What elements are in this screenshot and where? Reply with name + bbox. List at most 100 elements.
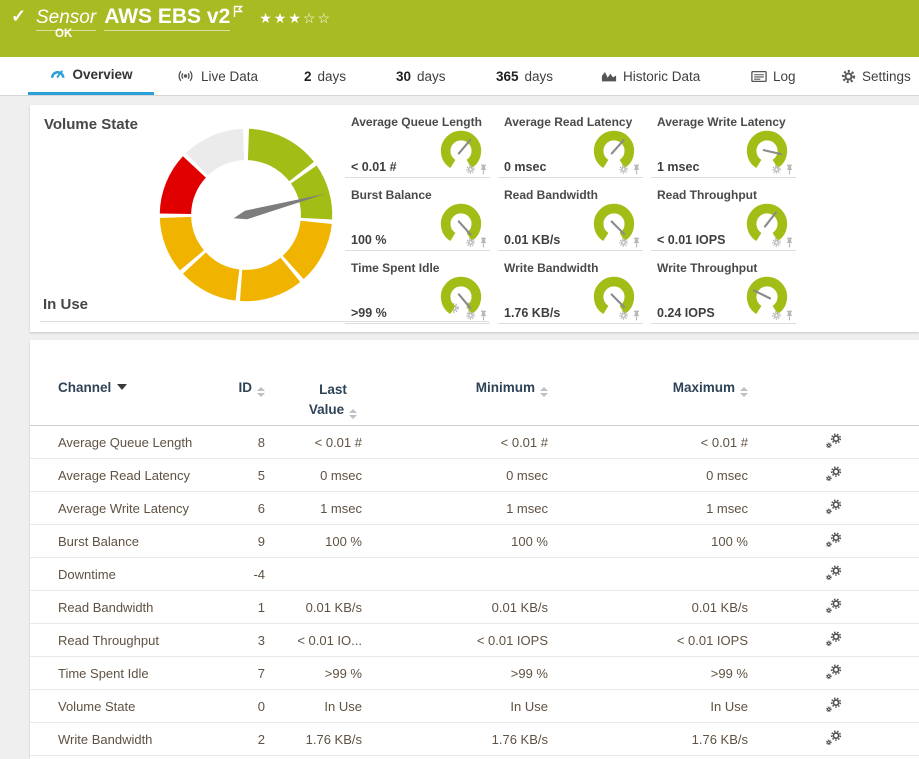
channel-id-cell: -4 xyxy=(210,557,265,591)
gauge-segment xyxy=(239,257,301,302)
gauges-panel: Volume State In Use Average Queue Length… xyxy=(30,105,919,332)
channel-name-cell: Average Write Latency xyxy=(30,491,210,525)
channel-gauge-value: >99 % xyxy=(351,306,387,320)
pin-icon[interactable] xyxy=(632,237,641,248)
channel-minimum-cell: >99 % xyxy=(362,656,548,690)
gear-icon[interactable] xyxy=(465,310,476,321)
channel-gauge-title: Write Throughput xyxy=(657,261,758,275)
tab-live-data[interactable]: Live Data xyxy=(176,57,258,95)
channel-gauge-cell[interactable]: Average Read Latency 0 msec xyxy=(498,112,643,178)
channel-settings-gears-icon[interactable] xyxy=(825,432,842,449)
channel-gauge-cell[interactable]: Average Queue Length < 0.01 # xyxy=(345,112,490,178)
channel-settings-gears-icon[interactable] xyxy=(825,696,842,713)
gauge-segment xyxy=(182,251,240,301)
tab-historic-data[interactable]: Historic Data xyxy=(601,57,700,95)
gear-icon[interactable] xyxy=(465,164,476,175)
pin-icon[interactable] xyxy=(785,164,794,175)
channel-last-value-cell: 1.76 KB/s xyxy=(265,722,362,756)
channel-maximum-cell: 0.01 KB/s xyxy=(548,590,748,624)
channels-panel: Channel ID Last Value Minimum Maximum Av… xyxy=(30,340,919,759)
channel-gauge-cell[interactable]: Time Spent Idle >99 % xyxy=(345,258,490,324)
priority-flag-icon[interactable] xyxy=(233,5,244,23)
channel-settings-gears-icon[interactable] xyxy=(825,630,842,647)
channel-last-value-cell: 0 msec xyxy=(265,458,362,492)
settings-gear-icon xyxy=(841,69,856,83)
gear-icon[interactable] xyxy=(771,164,782,175)
channel-gauge-value: 0 msec xyxy=(504,160,547,174)
sort-icon xyxy=(540,387,548,397)
channel-maximum-cell: 100 % xyxy=(548,524,748,558)
pin-icon[interactable] xyxy=(785,310,794,321)
channel-minimum-cell: 0 msec xyxy=(362,458,548,492)
gear-icon[interactable] xyxy=(465,237,476,248)
gear-icon[interactable] xyxy=(618,164,629,175)
channel-settings-gears-icon[interactable] xyxy=(825,465,842,482)
pin-icon[interactable] xyxy=(479,310,488,321)
channel-gauge-title: Write Bandwidth xyxy=(504,261,599,275)
channel-settings-gears-icon[interactable] xyxy=(825,729,842,746)
sensor-name-link[interactable]: AWS EBS v2 xyxy=(104,5,231,31)
gear-icon[interactable] xyxy=(771,237,782,248)
volume-state-gauge[interactable] xyxy=(148,117,344,313)
channel-gauge-value: 1.76 KB/s xyxy=(504,306,561,320)
channel-gauge-cell[interactable]: Burst Balance 100 % xyxy=(345,185,490,251)
channel-minimum-cell: 1.76 KB/s xyxy=(362,722,548,756)
channel-name-cell: Read Bandwidth xyxy=(30,590,210,624)
tab-365-days[interactable]: 365 days xyxy=(496,57,553,95)
channel-gauge-cell[interactable]: Read Throughput < 0.01 IOPS xyxy=(651,185,796,251)
column-header-channel[interactable]: Channel xyxy=(30,376,210,426)
channel-settings-gears-icon[interactable] xyxy=(825,498,842,515)
gear-icon[interactable] xyxy=(771,310,782,321)
channel-gauge-cell[interactable]: Read Bandwidth 0.01 KB/s xyxy=(498,185,643,251)
tab-settings[interactable]: Settings xyxy=(841,57,911,95)
gauge-segment xyxy=(186,128,245,176)
channel-name-cell: Downtime xyxy=(30,557,210,591)
column-header-minimum[interactable]: Minimum xyxy=(362,376,548,426)
sensor-status-text: OK xyxy=(55,28,73,40)
live-data-icon xyxy=(178,70,193,82)
channel-id-cell: 5 xyxy=(210,458,265,492)
column-header-maximum[interactable]: Maximum xyxy=(548,376,748,426)
table-row: Read Throughput 3 < 0.01 IO... < 0.01 IO… xyxy=(30,623,919,657)
table-row: Burst Balance 9 100 % 100 % 100 % xyxy=(30,524,919,558)
channel-settings-gears-icon[interactable] xyxy=(825,531,842,548)
channel-settings-gears-icon[interactable] xyxy=(825,663,842,680)
channel-id-cell: 7 xyxy=(210,656,265,690)
tab-log[interactable]: Log xyxy=(751,57,796,95)
channel-id-cell: 6 xyxy=(210,491,265,525)
channel-minimum-cell xyxy=(362,557,548,591)
priority-stars[interactable]: ★★★☆☆ xyxy=(259,10,332,27)
table-row: Average Read Latency 5 0 msec 0 msec 0 m… xyxy=(30,458,919,492)
channel-settings-gears-icon[interactable] xyxy=(825,564,842,581)
status-ok-check-icon: ✓ xyxy=(11,6,27,26)
sensor-header: ✓ Sensor AWS EBS v2 ★★★☆☆ OK xyxy=(0,0,919,57)
channel-last-value-cell: < 0.01 # xyxy=(265,425,362,459)
channel-name-cell: Burst Balance xyxy=(30,524,210,558)
pin-icon[interactable] xyxy=(479,164,488,175)
tab-overview[interactable]: Overview xyxy=(28,57,154,95)
pin-icon[interactable] xyxy=(785,237,794,248)
channels-table: Channel ID Last Value Minimum Maximum Av… xyxy=(30,376,919,756)
channel-gauge-cell[interactable]: Write Throughput 0.24 IOPS xyxy=(651,258,796,324)
pin-icon[interactable] xyxy=(632,310,641,321)
channel-minimum-cell: < 0.01 # xyxy=(362,425,548,459)
channel-gauge-value: < 0.01 IOPS xyxy=(657,233,726,247)
channel-gauge-cell[interactable]: Write Bandwidth 1.76 KB/s xyxy=(498,258,643,324)
channel-settings-gears-icon[interactable] xyxy=(825,597,842,614)
gear-icon[interactable] xyxy=(618,310,629,321)
column-header-last-value[interactable]: Last Value xyxy=(265,376,362,426)
pin-icon[interactable] xyxy=(632,164,641,175)
tab-30-days[interactable]: 30 days xyxy=(396,57,446,95)
table-row: Write Bandwidth 2 1.76 KB/s 1.76 KB/s 1.… xyxy=(30,722,919,756)
primary-gauge-title: Volume State xyxy=(44,116,138,133)
channel-last-value-cell: >99 % xyxy=(265,656,362,690)
gear-icon[interactable] xyxy=(618,237,629,248)
column-header-id[interactable]: ID xyxy=(210,376,265,426)
channel-gauge-cell[interactable]: Average Write Latency 1 msec xyxy=(651,112,796,178)
channel-last-value-cell: 1 msec xyxy=(265,491,362,525)
table-row: Volume State 0 In Use In Use In Use xyxy=(30,689,919,723)
tab-2-days[interactable]: 2 days xyxy=(304,57,346,95)
gauge-icon xyxy=(51,70,65,78)
channel-minimum-cell: < 0.01 IOPS xyxy=(362,623,548,657)
pin-icon[interactable] xyxy=(479,237,488,248)
